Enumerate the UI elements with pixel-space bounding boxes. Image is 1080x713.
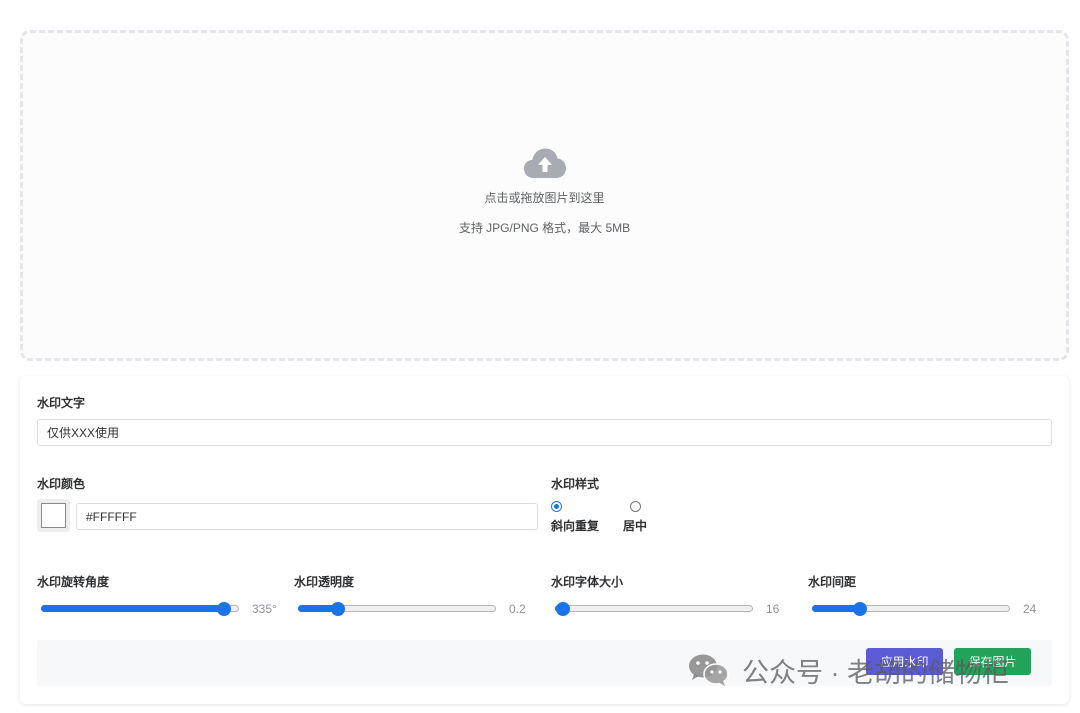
spacing-label: 水印间距 xyxy=(808,575,857,589)
rotation-slider[interactable] xyxy=(41,602,239,616)
font-size-label: 水印字体大小 xyxy=(551,575,624,589)
spacing-value: 24 xyxy=(1023,602,1037,616)
watermark-text-input[interactable] xyxy=(37,419,1052,446)
opacity-slider[interactable] xyxy=(298,602,496,616)
spacing-slider[interactable] xyxy=(812,602,1010,616)
font-size-slider[interactable] xyxy=(555,602,753,616)
rotation-label: 水印旋转角度 xyxy=(37,575,110,589)
upload-format-hint: 支持 JPG/PNG 格式，最大 5MB xyxy=(458,220,631,235)
color-picker[interactable] xyxy=(37,499,70,532)
color-hex-input[interactable] xyxy=(76,503,538,530)
opacity-label: 水印透明度 xyxy=(294,575,355,589)
watermark-color-label: 水印颜色 xyxy=(37,477,86,491)
watermark-style-radio-group: 斜向重复 居中 xyxy=(551,501,659,534)
upload-dropzone[interactable]: 点击或拖放图片到这里 支持 JPG/PNG 格式，最大 5MB xyxy=(20,30,1069,361)
rotation-value: 335° xyxy=(252,602,277,616)
watermark-settings-panel: 水印文字 水印颜色 水印样式 斜向重复 居中 水印旋转角度 335° 水印透明度 xyxy=(20,376,1069,704)
opacity-value: 0.2 xyxy=(509,602,526,616)
style-option-label: 斜向重复 xyxy=(551,519,600,533)
save-image-button[interactable]: 保存图片 xyxy=(954,648,1031,675)
slider-thumb[interactable] xyxy=(853,602,868,616)
slider-thumb[interactable] xyxy=(331,602,346,616)
style-option-label: 居中 xyxy=(622,519,647,533)
radio-center[interactable] xyxy=(629,501,641,512)
watermark-text-label: 水印文字 xyxy=(37,396,86,410)
slider-thumb[interactable] xyxy=(217,602,232,616)
style-option-diagonal[interactable]: 斜向重复 xyxy=(551,501,599,534)
watermark-style-label: 水印样式 xyxy=(551,477,600,491)
color-swatch xyxy=(41,503,66,528)
font-size-value: 16 xyxy=(766,602,780,616)
style-option-center[interactable]: 居中 xyxy=(611,501,659,534)
radio-diagonal[interactable] xyxy=(551,501,562,512)
cloud-upload-icon xyxy=(523,148,566,178)
slider-thumb[interactable] xyxy=(556,602,571,616)
upload-instruction: 点击或拖放图片到这里 xyxy=(484,190,605,205)
apply-watermark-button[interactable]: 应用水印 xyxy=(866,648,943,675)
